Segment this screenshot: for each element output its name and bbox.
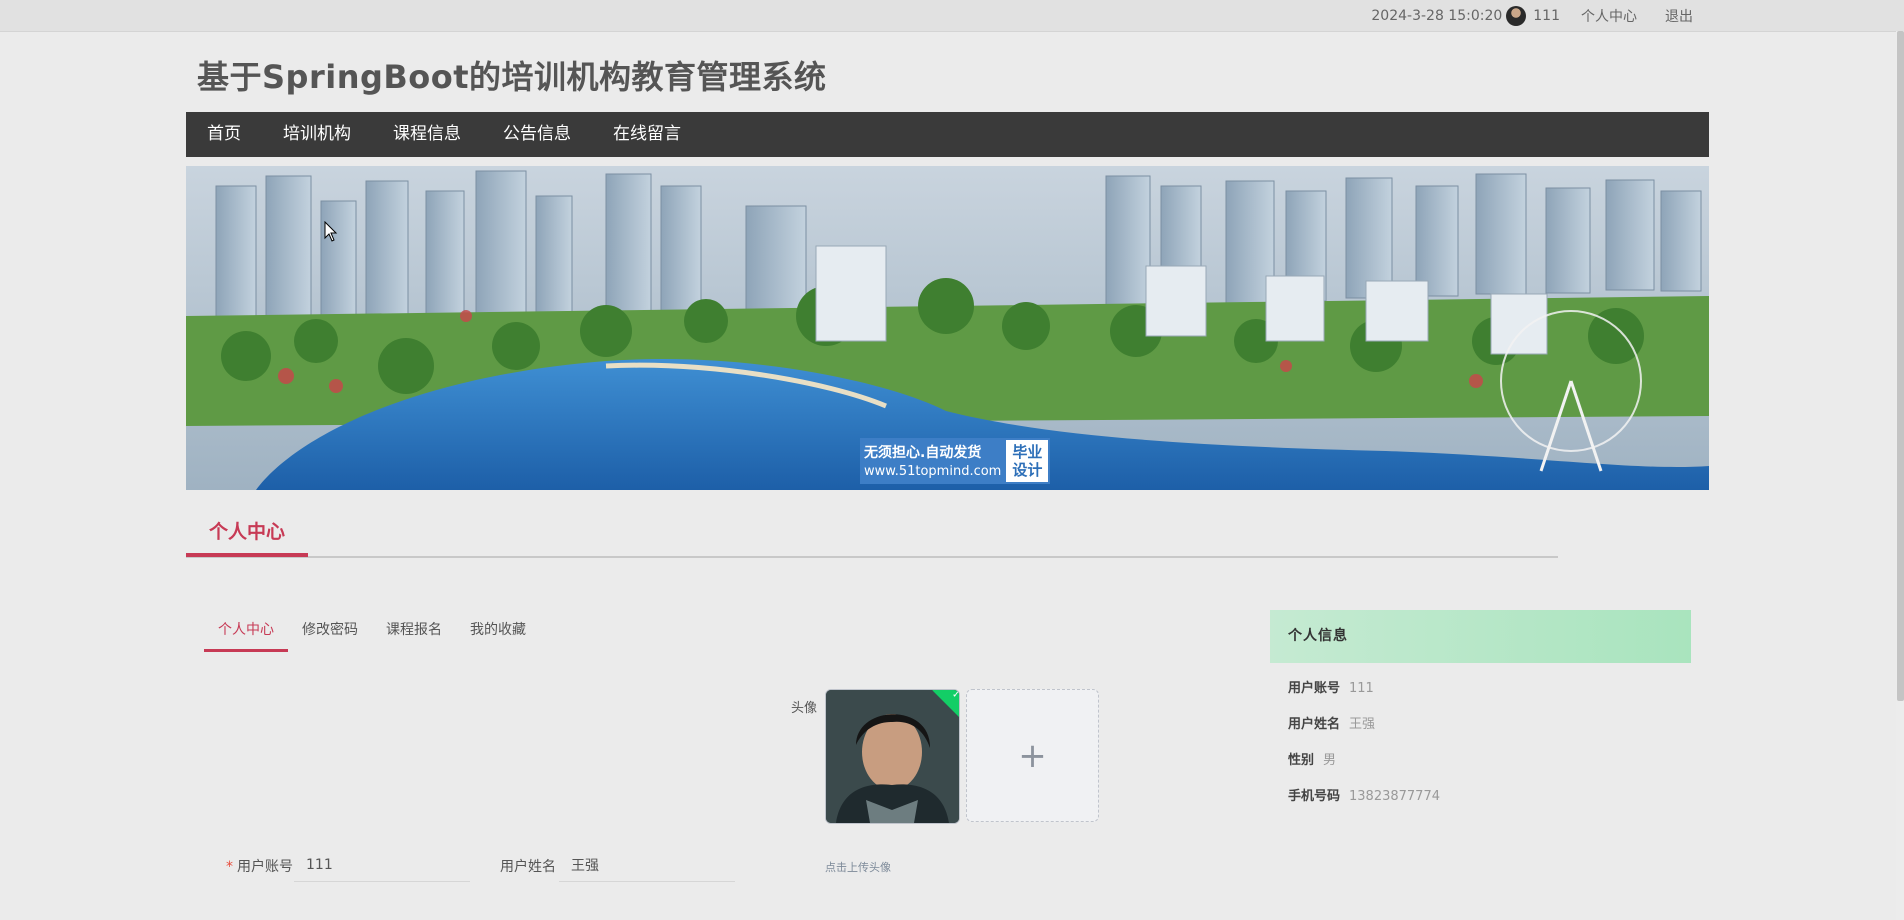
name-field-label: 用户姓名 [500,859,556,875]
section-title: 个人中心 [186,520,308,557]
uploaded-avatar[interactable]: ✓ [825,689,960,824]
name-input[interactable] [559,848,735,882]
user-avatar-small [1506,5,1527,26]
tab-favorites[interactable]: 我的收藏 [456,610,540,652]
mouse-cursor-icon [324,221,338,242]
account-field-label: * 用户账号 [226,859,293,875]
badge-label-top: 毕业 [1012,443,1043,461]
personal-center-link[interactable]: 个人中心 [1581,6,1637,26]
current-datetime: 2024-3-28 15:0:20 [1371,7,1503,24]
banner-image: 无须担心.自动发货 www.51topmind.com 毕业 设计 [186,166,1709,490]
banner-watermark-badge: 无须担心.自动发货 www.51topmind.com 毕业 设计 [860,438,1051,484]
required-mark: * [226,859,233,875]
nav-item-courses[interactable]: 课程信息 [372,112,482,157]
nav-item-announcements[interactable]: 公告信息 [482,112,592,157]
badge-url: www.51topmind.com [864,463,1002,479]
info-panel-title: 个人信息 [1270,610,1691,663]
plus-icon: + [1018,735,1047,776]
current-username: 111 [1533,7,1560,24]
info-row-gender: 性别男 [1288,753,1337,768]
account-input[interactable] [294,848,470,882]
avatar-label: 头像 [791,701,818,716]
top-bar: 2024-3-28 15:0:20 111 个人中心 退出 [0,0,1904,32]
top-bar-user-area: 2024-3-28 15:0:20 111 个人中心 退出 [1371,0,1693,31]
nav-item-home[interactable]: 首页 [186,112,262,157]
avatar-upload-button[interactable]: + [966,689,1099,822]
info-row-name: 用户姓名 王强 [1288,717,1376,732]
badge-slogan: 无须担心.自动发货 [864,444,982,461]
tab-personal-center[interactable]: 个人中心 [204,610,288,652]
scrollbar-thumb[interactable] [1897,31,1904,701]
nav-item-institutions[interactable]: 培训机构 [262,112,372,157]
tab-change-password[interactable]: 修改密码 [288,610,372,652]
tab-course-signup[interactable]: 课程报名 [372,610,456,652]
section-heading: 个人中心 [186,520,1558,558]
info-row-phone: 手机号码 13823877774 [1288,789,1440,804]
upload-avatar-hint[interactable]: 点击上传头像 [825,859,891,875]
main-nav: 首页 培训机构 课程信息 公告信息 在线留言 [186,112,1709,157]
center-tabs: 个人中心 修改密码 课程报名 我的收藏 [204,610,540,652]
logout-link[interactable]: 退出 [1665,6,1693,26]
info-row-account: 用户账号 111 [1288,681,1374,696]
badge-label-bottom: 设计 [1012,461,1043,479]
site-title: 基于SpringBoot的培训机构教育管理系统 [197,58,827,96]
page-scrollbar[interactable] [1896,31,1904,920]
nav-item-messages[interactable]: 在线留言 [592,112,702,157]
avatar-photo [826,690,959,823]
user-info-panel: 个人信息 用户账号 111 用户姓名 王强 性别男 手机号码 13823877774 [1270,610,1691,815]
